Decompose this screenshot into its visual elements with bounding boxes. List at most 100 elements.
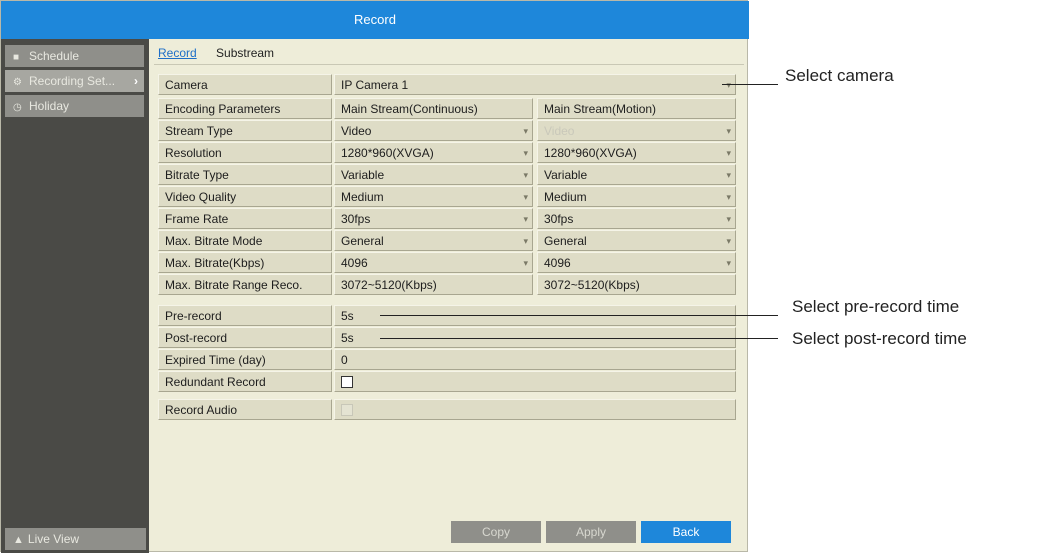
record-window: Record ■ Schedule ⚙ Recording Set... › ◷ Ho… — [0, 0, 749, 553]
camera-row: Camera IP Camera 1 ▾ — [158, 74, 736, 95]
expired-time-row: Expired Time (day) 0 — [158, 349, 736, 370]
record-audio-label: Record Audio — [158, 399, 332, 420]
table-row: Frame Rate 30fps ▾ 30fps ▾ — [158, 208, 736, 229]
encoding-header-label: Encoding Parameters — [158, 98, 332, 119]
clock-icon: ◷ — [13, 102, 22, 113]
sidebar-item-schedule[interactable]: ■ Schedule — [5, 45, 144, 67]
dropdown-arrow-icon: ▾ — [523, 126, 528, 136]
tab-divider — [154, 64, 744, 65]
tab-record[interactable]: Record — [158, 46, 197, 60]
row-label: Max. Bitrate Range Reco. — [158, 274, 332, 295]
table-row: Max. Bitrate Mode General ▾ General ▾ — [158, 230, 736, 251]
camera-callout: Select camera — [785, 66, 894, 85]
camera-select[interactable]: IP Camera 1 ▾ — [334, 74, 736, 95]
dropdown-arrow-icon: ▾ — [726, 192, 731, 202]
table-row: Max. Bitrate Range Reco. 3072~5120(Kbps)… — [158, 274, 736, 295]
bitrate-type-motion-select[interactable]: Variable ▾ — [537, 164, 736, 185]
expired-time-input[interactable]: 0 — [334, 349, 736, 370]
home-icon: ▲ — [13, 534, 24, 546]
max-bitrate-continuous-select[interactable]: 4096 ▾ — [334, 252, 533, 273]
dropdown-arrow-icon: ▾ — [523, 214, 528, 224]
sidebar-item-label: Recording Set... — [29, 74, 116, 88]
row-label: Max. Bitrate Mode — [158, 230, 332, 251]
select-value: General — [341, 234, 384, 248]
video-quality-continuous-select[interactable]: Medium ▾ — [334, 186, 533, 207]
encoding-header-row: Encoding Parameters Main Stream(Continuo… — [158, 98, 736, 119]
copy-button[interactable]: Copy — [451, 521, 541, 543]
bitrate-range-continuous-value: 3072~5120(Kbps) — [334, 274, 533, 295]
dropdown-arrow-icon: ▾ — [726, 148, 731, 158]
expired-time-label: Expired Time (day) — [158, 349, 332, 370]
pre-record-callout-line — [380, 315, 778, 316]
redundant-record-checkbox[interactable] — [341, 375, 353, 388]
pre-record-label: Pre-record — [158, 305, 332, 326]
select-value: 4096 — [544, 256, 571, 270]
select-value: Variable — [544, 168, 588, 182]
back-button[interactable]: Back — [641, 521, 731, 543]
frame-rate-continuous-select[interactable]: 30fps ▾ — [334, 208, 533, 229]
square-icon: ■ — [13, 52, 20, 63]
main-stream-continuous-header: Main Stream(Continuous) — [334, 98, 533, 119]
tab-bar: Record Substream — [158, 46, 290, 60]
row-label: Bitrate Type — [158, 164, 332, 185]
post-record-callout-line — [380, 338, 778, 339]
select-value: Medium — [341, 190, 384, 204]
pre-record-callout: Select pre-record time — [792, 297, 960, 316]
frame-rate-motion-select[interactable]: 30fps ▾ — [537, 208, 736, 229]
live-view-button[interactable]: ▲ Live View — [5, 528, 146, 550]
gear-icon: ⚙ — [13, 77, 22, 88]
select-value: Video — [544, 124, 575, 138]
record-audio-row: Record Audio — [158, 399, 736, 420]
record-audio-cell — [334, 399, 736, 420]
bitrate-mode-motion-select[interactable]: General ▾ — [537, 230, 736, 251]
row-label: Max. Bitrate(Kbps) — [158, 252, 332, 273]
table-row: Bitrate Type Variable ▾ Variable ▾ — [158, 164, 736, 185]
row-label: Resolution — [158, 142, 332, 163]
row-label: Stream Type — [158, 120, 332, 141]
redundant-record-cell — [334, 371, 736, 392]
sidebar-item-holiday[interactable]: ◷ Holiday — [5, 95, 144, 117]
sidebar-item-label: Schedule — [29, 49, 80, 63]
select-value: 1280*960(XVGA) — [544, 146, 637, 160]
main-stream-motion-header: Main Stream(Motion) — [537, 98, 736, 119]
tab-substream[interactable]: Substream — [216, 46, 274, 60]
row-label: Video Quality — [158, 186, 332, 207]
bitrate-type-continuous-select[interactable]: Variable ▾ — [334, 164, 533, 185]
camera-label: Camera — [158, 74, 332, 95]
stream-type-continuous-select[interactable]: Video ▾ — [334, 120, 533, 141]
post-record-label: Post-record — [158, 327, 332, 348]
dropdown-arrow-icon: ▾ — [523, 192, 528, 202]
resolution-motion-select[interactable]: 1280*960(XVGA) ▾ — [537, 142, 736, 163]
select-value: General — [544, 234, 587, 248]
select-value: 30fps — [341, 212, 371, 226]
dropdown-arrow-icon: ▾ — [523, 236, 528, 246]
max-bitrate-motion-select[interactable]: 4096 ▾ — [537, 252, 736, 273]
select-value: Video — [341, 124, 372, 138]
chevron-right-icon: › — [134, 74, 138, 88]
camera-value: IP Camera 1 — [341, 78, 409, 92]
table-row: Resolution 1280*960(XVGA) ▾ 1280*960(XVGA… — [158, 142, 736, 163]
stream-type-motion-select: Video ▾ — [537, 120, 736, 141]
table-row: Stream Type Video ▾ Video ▾ — [158, 120, 736, 141]
select-value: 30fps — [544, 212, 574, 226]
video-quality-motion-select[interactable]: Medium ▾ — [537, 186, 736, 207]
sidebar: ■ Schedule ⚙ Recording Set... › ◷ Holiday ▲… — [1, 39, 149, 553]
dropdown-arrow-icon: ▾ — [523, 258, 528, 268]
bitrate-mode-continuous-select[interactable]: General ▾ — [334, 230, 533, 251]
select-value: Variable — [341, 168, 385, 182]
dropdown-arrow-icon: ▾ — [726, 126, 731, 136]
row-label: Frame Rate — [158, 208, 332, 229]
sidebar-item-recording-settings[interactable]: ⚙ Recording Set... › — [5, 70, 144, 92]
apply-button[interactable]: Apply — [546, 521, 636, 543]
select-value: Medium — [544, 190, 587, 204]
dropdown-arrow-icon: ▾ — [726, 170, 731, 180]
redundant-record-row: Redundant Record — [158, 371, 736, 392]
dropdown-arrow-icon: ▾ — [726, 214, 731, 224]
dropdown-arrow-icon: ▾ — [726, 80, 731, 90]
window-title: Record — [1, 1, 749, 39]
bitrate-range-motion-value: 3072~5120(Kbps) — [537, 274, 736, 295]
camera-callout-line — [722, 84, 778, 85]
live-view-label: Live View — [27, 532, 80, 546]
resolution-continuous-select[interactable]: 1280*960(XVGA) ▾ — [334, 142, 533, 163]
table-row: Video Quality Medium ▾ Medium ▾ — [158, 186, 736, 207]
